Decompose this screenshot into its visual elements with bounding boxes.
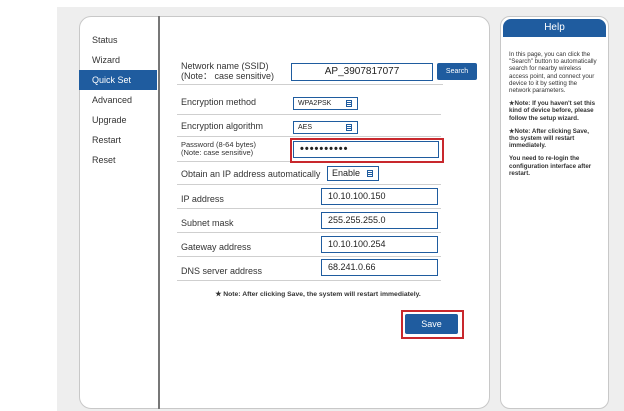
subnet-mask-row: Subnet mask 255.255.255.0: [177, 209, 441, 233]
gateway-row: Gateway address 10.10.100.254: [177, 233, 441, 257]
ssid-label-line2: (Note： case sensitive): [181, 71, 275, 81]
sidebar-item-upgrade[interactable]: Upgrade: [79, 110, 157, 130]
encryption-method-row: Encryption method WPA2PSK: [177, 91, 441, 115]
gateway-input[interactable]: 10.10.100.254: [321, 236, 438, 253]
sidebar-item-wizard[interactable]: Wizard: [79, 50, 157, 70]
dns-row: DNS server address 68.241.0.66: [177, 257, 441, 281]
ssid-row: Network name (SSID) (Note： case sensitiv…: [177, 57, 443, 85]
ssid-input[interactable]: AP_3907817077: [291, 63, 433, 81]
gateway-label: Gateway address: [181, 242, 252, 252]
ssid-label-line1: Network name (SSID): [181, 61, 269, 71]
help-title: Help: [503, 19, 606, 37]
encryption-algorithm-select[interactable]: AES: [293, 121, 358, 134]
save-highlight: [401, 310, 464, 339]
restart-note: ★ Note: After clicking Save, the system …: [215, 291, 421, 298]
dns-input[interactable]: 68.241.0.66: [321, 259, 438, 276]
dropdown-icon: [346, 124, 352, 131]
obtain-ip-value: Enable: [332, 168, 361, 178]
encryption-method-value: WPA2PSK: [298, 100, 332, 107]
ip-address-input[interactable]: 10.10.100.150: [321, 188, 438, 205]
obtain-ip-label: Obtain an IP address automatically: [181, 169, 321, 179]
ssid-label: Network name (SSID) (Note： case sensitiv…: [181, 61, 274, 81]
sidebar-nav: Status Wizard Quick Set Advanced Upgrade…: [79, 30, 157, 170]
help-text-note-save: ★Note: After clicking Save, tho system w…: [509, 127, 589, 150]
password-label-line2: (Note: case sensitive): [181, 148, 254, 157]
encryption-method-label: Encryption method: [181, 97, 257, 107]
dropdown-icon: [367, 170, 373, 177]
encryption-algorithm-row: Encryption algorithm AES: [177, 115, 441, 137]
obtain-ip-row: Obtain an IP address automatically Enabl…: [177, 162, 441, 185]
sidebar-item-advanced[interactable]: Advanced: [79, 90, 157, 110]
help-text-intro: In this page, you can click the "Search"…: [509, 51, 597, 95]
dropdown-icon: [346, 100, 352, 107]
sidebar-item-restart[interactable]: Restart: [79, 130, 157, 150]
help-text-relogin: You need to re-login the configuration i…: [509, 155, 592, 177]
obtain-ip-select[interactable]: Enable: [327, 166, 379, 181]
ip-address-label: IP address: [181, 194, 224, 204]
encryption-algorithm-value: AES: [298, 124, 313, 131]
sidebar-divider: [158, 16, 160, 409]
encryption-method-select[interactable]: WPA2PSK: [293, 97, 358, 110]
encryption-algorithm-label: Encryption algorithm: [181, 121, 264, 131]
ip-address-row: IP address 10.10.100.150: [177, 185, 441, 209]
help-text-note-setup: ★Note: If you haven't set this kind of d…: [509, 100, 596, 122]
help-panel: Help In this page, you can click the "Se…: [500, 16, 609, 409]
password-label: Password (8-64 bytes) (Note: case sensit…: [181, 141, 256, 157]
dns-label: DNS server address: [181, 266, 263, 276]
sidebar-item-quick-set[interactable]: Quick Set: [79, 70, 157, 90]
password-highlight: [290, 138, 444, 163]
subnet-mask-label: Subnet mask: [181, 218, 234, 228]
subnet-mask-input[interactable]: 255.255.255.0: [321, 212, 438, 229]
sidebar-item-status[interactable]: Status: [79, 30, 157, 50]
sidebar-item-reset[interactable]: Reset: [79, 150, 157, 170]
search-button[interactable]: Search: [437, 63, 477, 80]
help-body: In this page, you can click the "Search"…: [501, 39, 608, 177]
